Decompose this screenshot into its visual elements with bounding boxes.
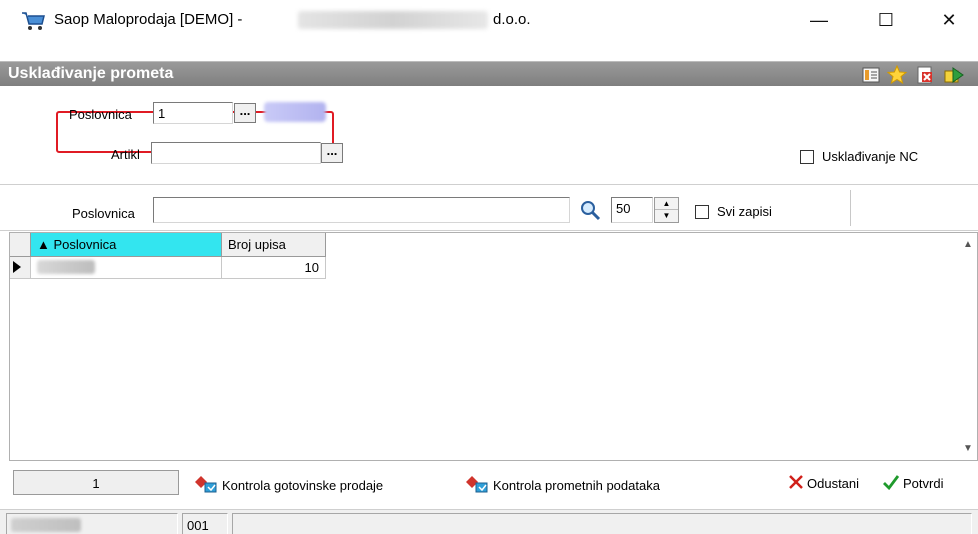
kontrola-prometnih-label: Kontrola prometnih podataka bbox=[493, 478, 660, 493]
star-icon[interactable] bbox=[886, 64, 908, 85]
svi-zapisi-checkbox[interactable] bbox=[695, 205, 709, 219]
control-diamond-icon bbox=[466, 474, 490, 497]
cancel-x-icon bbox=[788, 474, 804, 493]
window-title-suffix: d.o.o. bbox=[493, 11, 531, 28]
form-title: Usklađivanje prometa bbox=[8, 65, 174, 82]
window-title: Saop Maloprodaja [DEMO] - bbox=[54, 11, 243, 28]
poslovnica-field[interactable]: 1 bbox=[153, 102, 233, 124]
column-header-poslovnica[interactable]: ▲ Poslovnica bbox=[31, 233, 222, 257]
spin-up-icon[interactable]: ▲ bbox=[655, 198, 678, 210]
blurred-cell-value bbox=[37, 260, 95, 274]
potvrdi-button[interactable]: Potvrdi bbox=[882, 474, 943, 493]
blurred-poslovnica-name bbox=[264, 102, 326, 122]
artikl-lookup-button[interactable]: ... bbox=[321, 143, 343, 163]
layout-icon[interactable] bbox=[860, 64, 882, 85]
toolbar-divider bbox=[850, 190, 851, 226]
svi-zapisi-label: Svi zapisi bbox=[717, 204, 772, 219]
filter-form bbox=[0, 87, 978, 185]
checkmark-icon bbox=[882, 474, 900, 493]
poslovnica-label: Poslovnica bbox=[69, 107, 132, 122]
table-row[interactable] bbox=[31, 257, 222, 279]
window-titlebar: Saop Maloprodaja [DEMO] - d.o.o. — ☐ ✕ bbox=[0, 0, 978, 40]
export-icon[interactable] bbox=[943, 64, 965, 85]
control-diamond-icon bbox=[195, 474, 219, 497]
search-input[interactable] bbox=[153, 197, 570, 223]
column-header-broj-upisa[interactable]: Broj upisa bbox=[222, 233, 326, 257]
data-grid[interactable]: ▲ Poslovnica Broj upisa 10 ▲ ▼ bbox=[9, 232, 978, 461]
artikl-label: Artikl bbox=[111, 147, 140, 162]
blurred-user-name bbox=[11, 518, 81, 532]
kontrola-gotovinske-button[interactable]: Kontrola gotovinske prodaje bbox=[195, 474, 383, 497]
status-bar: 001 bbox=[0, 509, 978, 534]
grid-scrollbar[interactable]: ▲ ▼ bbox=[959, 233, 977, 460]
maximize-button[interactable]: ☐ bbox=[863, 0, 909, 40]
close-button[interactable]: ✕ bbox=[926, 0, 972, 40]
odustani-button[interactable]: Odustani bbox=[788, 474, 859, 493]
search-icon[interactable] bbox=[579, 199, 601, 224]
close-doc-icon[interactable] bbox=[914, 64, 936, 85]
cell-broj-upisa[interactable]: 10 bbox=[222, 257, 326, 279]
odustani-label: Odustani bbox=[807, 476, 860, 491]
status-panel-message bbox=[232, 513, 972, 534]
artikl-field[interactable] bbox=[151, 142, 321, 164]
search-poslovnica-label: Poslovnica bbox=[72, 206, 135, 221]
status-panel-user bbox=[6, 513, 178, 534]
record-count-spinner[interactable]: ▲ ▼ bbox=[654, 197, 679, 223]
potvrdi-label: Potvrdi bbox=[903, 476, 944, 491]
spin-down-icon[interactable]: ▼ bbox=[655, 210, 678, 222]
kontrola-prometnih-button[interactable]: Kontrola prometnih podataka bbox=[466, 474, 660, 497]
blurred-company-name bbox=[298, 11, 488, 29]
kontrola-gotovinske-label: Kontrola gotovinske prodaje bbox=[222, 478, 384, 493]
record-count-input[interactable]: 50 bbox=[611, 197, 653, 223]
cart-app-icon bbox=[20, 8, 46, 32]
row-pointer-icon bbox=[10, 257, 31, 279]
status-panel-code: 001 bbox=[182, 513, 228, 534]
scroll-down-icon[interactable]: ▼ bbox=[963, 443, 973, 454]
scroll-up-icon[interactable]: ▲ bbox=[963, 239, 973, 250]
uskladivanje-nc-checkbox[interactable] bbox=[800, 150, 814, 164]
poslovnica-lookup-button[interactable]: ... bbox=[234, 103, 256, 123]
row-indicator-header bbox=[10, 233, 31, 257]
form-header: Usklađivanje prometa bbox=[0, 61, 978, 86]
uskladivanje-nc-label: Usklađivanje NC bbox=[822, 149, 919, 164]
record-count-display: 1 bbox=[13, 470, 179, 495]
minimize-button[interactable]: — bbox=[796, 0, 842, 40]
